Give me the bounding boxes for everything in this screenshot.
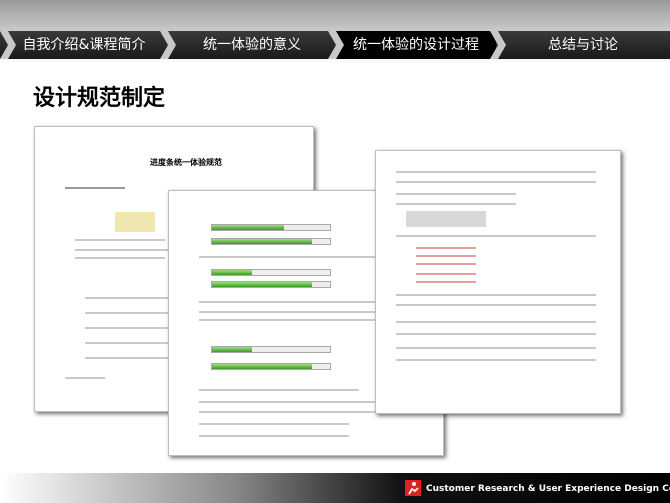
chevron-right-icon (160, 31, 176, 59)
runner-logo-icon (405, 480, 421, 496)
chevron-right-icon (0, 31, 16, 59)
progress-bar-sample (211, 281, 331, 288)
footer-text: Customer Research & User Experience Desi… (426, 484, 670, 494)
progress-bar-sample (211, 269, 331, 276)
nav-tab-summary[interactable]: 总结与讨论 (496, 31, 670, 59)
progress-bar-sample (211, 238, 331, 245)
nav-tab-intro[interactable]: 自我介绍&课程简介 (0, 31, 168, 59)
progress-bar-sample (211, 363, 331, 370)
progress-bar-sample (211, 224, 331, 231)
page-title: 设计规范制定 (33, 86, 166, 111)
nav-tab-meaning[interactable]: 统一体验的意义 (168, 31, 336, 59)
chevron-right-icon (328, 31, 344, 59)
doc-page-right (375, 150, 621, 414)
nav-tab-design-process[interactable]: 统一体验的设计过程 (336, 31, 496, 59)
chevron-right-icon (490, 31, 506, 59)
doc-heading: 进度条统一体验规范 (150, 158, 222, 167)
progress-bar-sample (211, 346, 331, 353)
